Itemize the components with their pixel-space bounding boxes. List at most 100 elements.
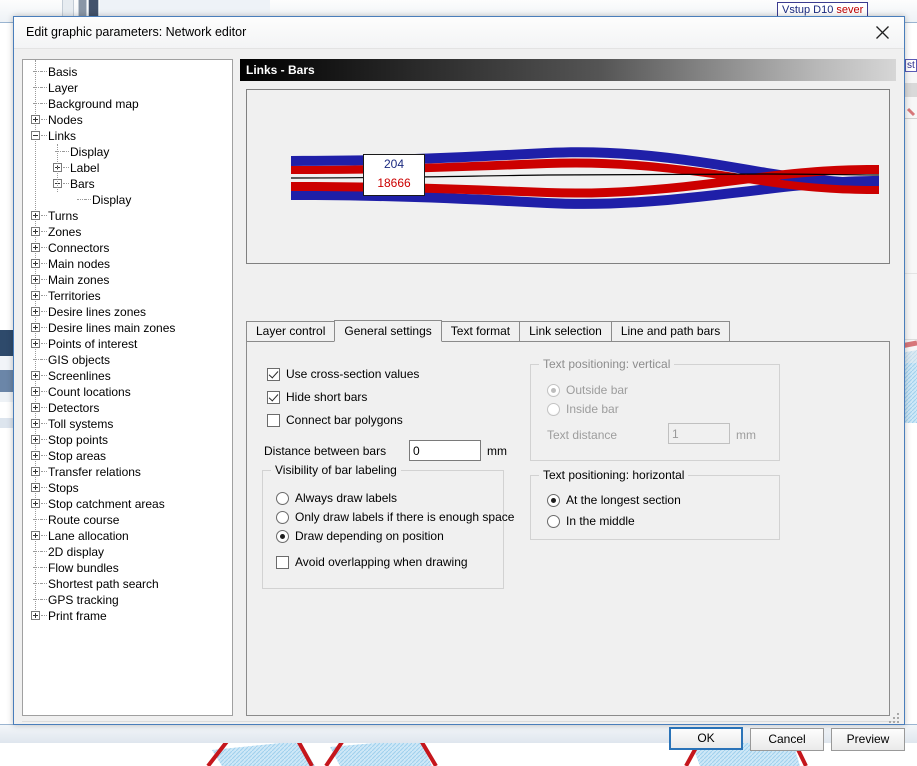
expand-icon[interactable] xyxy=(31,451,40,460)
radio-button[interactable] xyxy=(276,492,289,505)
checkbox-box[interactable] xyxy=(276,556,289,569)
radio-button[interactable] xyxy=(547,515,560,528)
tree-item-basis[interactable]: Basis xyxy=(23,64,232,80)
expand-icon[interactable] xyxy=(31,259,40,268)
expand-icon[interactable] xyxy=(31,499,40,508)
tree-item-shortest-path-search[interactable]: Shortest path search xyxy=(23,576,232,592)
tree-item-label: Display xyxy=(92,192,131,208)
radio-button[interactable] xyxy=(547,403,560,416)
radio-only-draw-labels-if-enough-space[interactable]: Only draw labels if there is enough spac… xyxy=(276,510,514,524)
close-icon[interactable] xyxy=(860,17,904,47)
tab-line-and-path-bars[interactable]: Line and path bars xyxy=(611,321,730,341)
expand-icon[interactable] xyxy=(31,227,40,236)
radio-button[interactable] xyxy=(547,494,560,507)
tab-layer-control[interactable]: Layer control xyxy=(246,321,335,341)
checkbox-avoid-overlapping-when-drawing[interactable]: Avoid overlapping when drawing xyxy=(276,555,468,569)
tree-item-label[interactable]: Label xyxy=(23,160,232,176)
expand-icon[interactable] xyxy=(31,387,40,396)
cancel-button[interactable]: Cancel xyxy=(750,728,824,751)
text-distance-input[interactable] xyxy=(668,423,730,444)
radio-in-the-middle[interactable]: In the middle xyxy=(547,514,635,528)
dialog-titlebar[interactable]: Edit graphic parameters: Network editor xyxy=(14,17,904,49)
tree-item-label: Background map xyxy=(48,96,139,112)
checkbox-box[interactable] xyxy=(267,414,280,427)
tree-connector xyxy=(63,183,69,185)
tab-link-selection[interactable]: Link selection xyxy=(519,321,612,341)
ok-button[interactable]: OK xyxy=(669,727,743,750)
tree-connector xyxy=(41,215,47,217)
tree-item-flow-bundles[interactable]: Flow bundles xyxy=(23,560,232,576)
expand-icon[interactable] xyxy=(31,435,40,444)
checkbox-hide-short-bars[interactable]: Hide short bars xyxy=(267,390,367,404)
expand-icon[interactable] xyxy=(31,243,40,252)
checkbox-box[interactable] xyxy=(267,368,280,381)
radio-button[interactable] xyxy=(276,530,289,543)
expand-icon[interactable] xyxy=(31,323,40,332)
tree-item-gps-tracking[interactable]: GPS tracking xyxy=(23,592,232,608)
tree-item-links[interactable]: Links xyxy=(23,128,232,144)
tab-text-format[interactable]: Text format xyxy=(441,321,520,341)
tree-item-display[interactable]: Display xyxy=(23,192,232,208)
tree-item-main-zones[interactable]: Main zones xyxy=(23,272,232,288)
radio-button[interactable] xyxy=(276,511,289,524)
tree-item-desire-lines-main-zones[interactable]: Desire lines main zones xyxy=(23,320,232,336)
tree-connector xyxy=(41,455,47,457)
tree-item-connectors[interactable]: Connectors xyxy=(23,240,232,256)
tree-item-background-map[interactable]: Background map xyxy=(23,96,232,112)
expand-icon[interactable] xyxy=(31,291,40,300)
expand-icon[interactable] xyxy=(31,115,40,124)
resize-grip[interactable] xyxy=(889,713,901,725)
tree-item-route-course[interactable]: Route course xyxy=(23,512,232,528)
settings-tabs[interactable]: Layer controlGeneral settingsText format… xyxy=(246,321,890,342)
expand-icon[interactable] xyxy=(31,419,40,428)
settings-tree-panel[interactable]: BasisLayerBackground mapNodesLinksDispla… xyxy=(22,59,233,716)
tree-item-nodes[interactable]: Nodes xyxy=(23,112,232,128)
expand-icon[interactable] xyxy=(31,611,40,620)
tree-item-territories[interactable]: Territories xyxy=(23,288,232,304)
tree-item-bars[interactable]: Bars xyxy=(23,176,232,192)
radio-outside-bar[interactable]: Outside bar xyxy=(547,383,628,397)
collapse-icon[interactable] xyxy=(31,131,40,140)
tree-item-points-of-interest[interactable]: Points of interest xyxy=(23,336,232,352)
expand-icon[interactable] xyxy=(31,275,40,284)
radio-draw-depending-on-position[interactable]: Draw depending on position xyxy=(276,529,444,543)
tree-item-gis-objects[interactable]: GIS objects xyxy=(23,352,232,368)
preview-button[interactable]: Preview xyxy=(831,728,905,751)
tree-item-turns[interactable]: Turns xyxy=(23,208,232,224)
tree-item-layer[interactable]: Layer xyxy=(23,80,232,96)
tree-item-stop-points[interactable]: Stop points xyxy=(23,432,232,448)
tree-item-stops[interactable]: Stops xyxy=(23,480,232,496)
settings-tree[interactable]: BasisLayerBackground mapNodesLinksDispla… xyxy=(23,60,232,624)
tree-item-screenlines[interactable]: Screenlines xyxy=(23,368,232,384)
tab-general-settings[interactable]: General settings xyxy=(334,320,441,342)
tree-item-transfer-relations[interactable]: Transfer relations xyxy=(23,464,232,480)
radio-button[interactable] xyxy=(547,384,560,397)
tree-item-display[interactable]: Display xyxy=(23,144,232,160)
expand-icon[interactable] xyxy=(31,483,40,492)
checkbox-box[interactable] xyxy=(267,391,280,404)
tree-item-toll-systems[interactable]: Toll systems xyxy=(23,416,232,432)
checkbox-connect-bar-polygons[interactable]: Connect bar polygons xyxy=(267,413,403,427)
tree-item-stop-areas[interactable]: Stop areas xyxy=(23,448,232,464)
tree-item-print-frame[interactable]: Print frame xyxy=(23,608,232,624)
tree-item-detectors[interactable]: Detectors xyxy=(23,400,232,416)
expand-icon[interactable] xyxy=(31,467,40,476)
tree-item-count-locations[interactable]: Count locations xyxy=(23,384,232,400)
radio-inside-bar[interactable]: Inside bar xyxy=(547,402,619,416)
tree-item-zones[interactable]: Zones xyxy=(23,224,232,240)
tree-item-2d-display[interactable]: 2D display xyxy=(23,544,232,560)
radio-always-draw-labels[interactable]: Always draw labels xyxy=(276,491,397,505)
expand-icon[interactable] xyxy=(31,339,40,348)
radio-at-the-longest-section[interactable]: At the longest section xyxy=(547,493,681,507)
tree-item-main-nodes[interactable]: Main nodes xyxy=(23,256,232,272)
expand-icon[interactable] xyxy=(31,371,40,380)
tree-item-lane-allocation[interactable]: Lane allocation xyxy=(23,528,232,544)
distance-between-bars-input[interactable] xyxy=(409,440,481,461)
tree-item-desire-lines-zones[interactable]: Desire lines zones xyxy=(23,304,232,320)
tree-item-stop-catchment-areas[interactable]: Stop catchment areas xyxy=(23,496,232,512)
checkbox-use-cross-section-values[interactable]: Use cross-section values xyxy=(267,367,419,381)
expand-icon[interactable] xyxy=(31,307,40,316)
expand-icon[interactable] xyxy=(31,211,40,220)
expand-icon[interactable] xyxy=(31,403,40,412)
expand-icon[interactable] xyxy=(31,531,40,540)
